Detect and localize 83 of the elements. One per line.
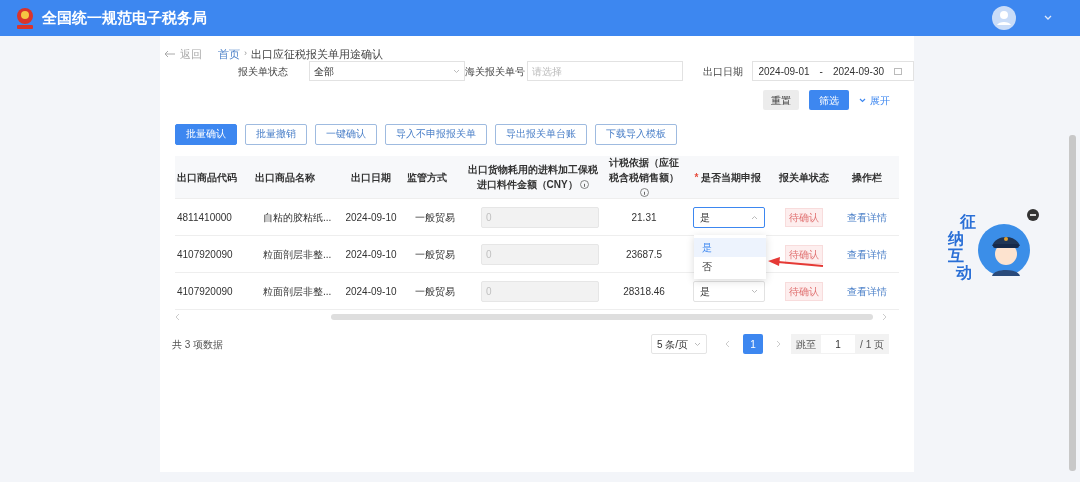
page-button[interactable]: 1 (743, 334, 764, 354)
toolbar-button[interactable]: 导入不申报报关单 (385, 124, 487, 145)
reset-button[interactable]: 重置 (763, 90, 799, 110)
column-header: 计税依据（应征税含税销售额） (607, 154, 681, 200)
assistant-widget[interactable]: 征纳互动 (948, 214, 1032, 284)
status-tag: 待确认 (785, 207, 823, 227)
chevron-down-icon (453, 68, 461, 74)
table-cell-text: 23687.5 (625, 247, 663, 262)
toolbar-button[interactable]: 一键确认 (315, 124, 377, 145)
scroll-left-icon[interactable] (175, 313, 181, 321)
column-header: 是否当期申报 (701, 170, 762, 185)
chevron-down-icon (859, 97, 866, 103)
date-range-field[interactable]: 2024-09-01 - 2024-09-30 (752, 61, 914, 81)
column-header: 出口日期 (351, 170, 391, 185)
required-mark: * (694, 170, 699, 185)
filter-label: 海关报关单号 (465, 64, 527, 79)
emblem-icon (14, 6, 36, 30)
chevron-down-icon (694, 341, 702, 347)
column-header: 出口货物耗用的进料加工保税进口料件金额（CNY） (467, 163, 599, 192)
home-link[interactable]: 首页 (218, 45, 240, 63)
status-tag: 待确认 (785, 281, 823, 301)
close-widget-icon[interactable] (1027, 209, 1039, 221)
chevron-up-icon (751, 214, 758, 220)
chevron-down-icon (751, 288, 758, 294)
total-pages: / 1 页 (860, 337, 884, 352)
previous-page-icon[interactable] (725, 340, 732, 348)
declare-select[interactable]: 是 (693, 206, 765, 228)
info-icon (639, 187, 649, 197)
back-arrow-icon[interactable] (164, 50, 176, 58)
assistant-label: 征纳互动 (948, 214, 977, 282)
table-cell-text: 4811410000 (177, 210, 232, 225)
breadcrumb-current: 出口应征税报关单用途确认 (251, 46, 383, 62)
expand-button[interactable]: 展开 (859, 92, 890, 108)
column-header: 操作栏 (852, 170, 882, 185)
total-count: 共 3 项数据 (172, 337, 224, 352)
page-size-select[interactable]: 5 条/页 (650, 334, 708, 354)
assistant-mascot-drawing (978, 222, 1030, 278)
table-cell-text: 2024-09-10 (345, 210, 397, 225)
table-cell-text: 2024-09-10 (345, 284, 397, 299)
toolbar-button[interactable]: 导出报关单台账 (495, 124, 587, 145)
table-cell-text: 21.31 (631, 210, 657, 225)
table-cell-text: 4107920090 (177, 247, 233, 262)
column-header: 出口商品名称 (255, 170, 315, 185)
back-link[interactable]: 返回 (180, 45, 202, 63)
dropdown-option[interactable]: 是 (694, 238, 766, 257)
avatar-icon[interactable] (992, 6, 1016, 30)
filter-button[interactable]: 筛选 (809, 90, 849, 110)
horizontal-scrollbar[interactable] (331, 314, 873, 320)
table-cell-text: 28318.46 (623, 284, 665, 299)
table-cell-text: 4107920090 (177, 284, 233, 299)
vertical-scrollbar[interactable] (1069, 135, 1076, 471)
page-jump-field[interactable]: 1 (821, 335, 856, 353)
filter-label: 报关单状态 (238, 64, 289, 79)
view-details-link[interactable]: 查看详情 (847, 209, 887, 225)
view-details-link[interactable]: 查看详情 (847, 246, 887, 262)
declare-select[interactable]: 是 (693, 280, 765, 302)
view-details-link[interactable]: 查看详情 (847, 283, 887, 299)
column-header: 出口商品代码 (177, 170, 237, 185)
toolbar-button[interactable]: 下载导入模板 (595, 124, 677, 145)
table-cell-text: 一般贸易 (414, 284, 455, 299)
column-header: 报关单状态 (779, 170, 829, 185)
toolbar-button[interactable]: 批量撤销 (245, 124, 307, 145)
table-cell-text: 粒面剖层非整... (262, 284, 332, 299)
column-header: 监管方式 (407, 170, 447, 185)
dropdown-option[interactable]: 否 (694, 257, 766, 276)
next-page-icon[interactable] (775, 340, 782, 348)
table-cell-text: 2024-09-10 (345, 247, 397, 262)
table-cell-text: 自粘的胶粘纸... (262, 210, 332, 225)
table-cell-text: 一般贸易 (414, 247, 455, 262)
table-cell-text: 一般贸易 (414, 210, 455, 225)
status-tag: 待确认 (785, 244, 823, 264)
filter-label: 出口日期 (703, 64, 745, 79)
table-cell-text: 粒面剖层非整... (262, 247, 332, 262)
jump-label: 跳至 (796, 337, 817, 352)
chevron-down-icon[interactable] (1044, 15, 1052, 21)
status-select[interactable]: 全部 (309, 61, 466, 81)
scroll-right-icon[interactable] (881, 313, 887, 321)
calendar-icon (894, 67, 903, 75)
site-title: 全国统一规范电子税务局 (42, 7, 207, 28)
toolbar-button[interactable]: 批量确认 (175, 124, 237, 145)
declaration-number-field[interactable]: 请选择 (527, 61, 684, 81)
info-icon (580, 180, 590, 189)
breadcrumb-separator: › (244, 47, 247, 61)
